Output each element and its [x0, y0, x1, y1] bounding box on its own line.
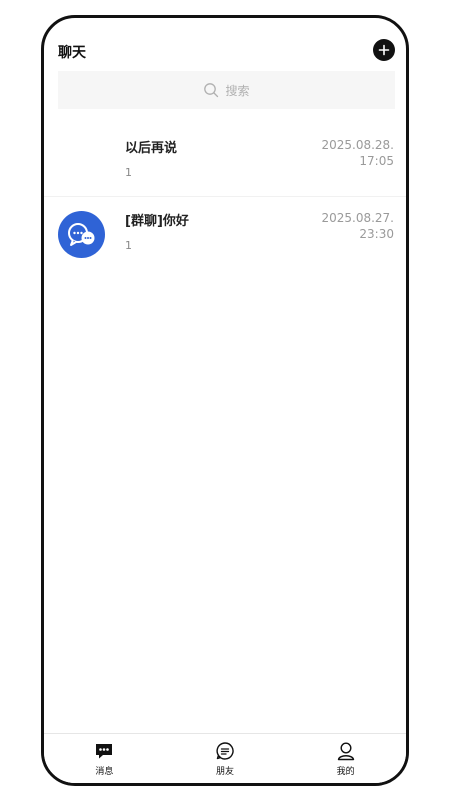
- chat-time-date: 2025.08.27.: [321, 211, 394, 225]
- search-icon: [204, 83, 219, 98]
- user-icon: [337, 742, 354, 761]
- chat-time: 2025.08.28. 17:05: [304, 137, 394, 169]
- group-avatar: [58, 211, 105, 258]
- chat-preview: 1: [125, 239, 132, 252]
- search-bar[interactable]: 搜索: [58, 71, 395, 109]
- note-icon: [216, 742, 234, 760]
- chat-time-clock: 17:05: [359, 154, 394, 168]
- chat-name: 以后再说: [125, 141, 178, 156]
- header: 聊天: [44, 18, 406, 70]
- group-chat-icon: [67, 222, 94, 246]
- tab-label: 朋友: [215, 767, 234, 777]
- search-placeholder: 搜索: [225, 83, 250, 98]
- chat-item[interactable]: 以后再说 1 2025.08.28. 17:05: [44, 124, 406, 196]
- chat-preview: 1: [125, 166, 132, 179]
- phone-frame: 聊天 搜索 以后再说 1 2025.08.28. 17:05 [群聊]你好 1 …: [41, 15, 409, 786]
- add-button[interactable]: [373, 39, 395, 61]
- chat-time-clock: 23:30: [359, 227, 394, 241]
- tab-messages[interactable]: 消息: [64, 740, 144, 777]
- tab-label: 我的: [336, 767, 355, 777]
- chat-item[interactable]: [群聊]你好 1 2025.08.27. 23:30: [44, 196, 406, 268]
- chat-bubble-icon: [96, 744, 113, 759]
- chat-list: 以后再说 1 2025.08.28. 17:05 [群聊]你好 1 2025.0…: [44, 124, 406, 268]
- tab-friends[interactable]: 朋友: [185, 740, 265, 777]
- plus-circle-icon: [378, 44, 390, 56]
- tab-me[interactable]: 我的: [306, 740, 386, 777]
- tab-label: 消息: [95, 767, 114, 777]
- chat-name: [群聊]你好: [125, 214, 189, 229]
- page-title: 聊天: [58, 45, 86, 61]
- chat-time: 2025.08.27. 23:30: [304, 210, 394, 242]
- tab-bar: 消息 朋友 我的: [44, 733, 406, 783]
- chat-time-date: 2025.08.28.: [321, 138, 394, 152]
